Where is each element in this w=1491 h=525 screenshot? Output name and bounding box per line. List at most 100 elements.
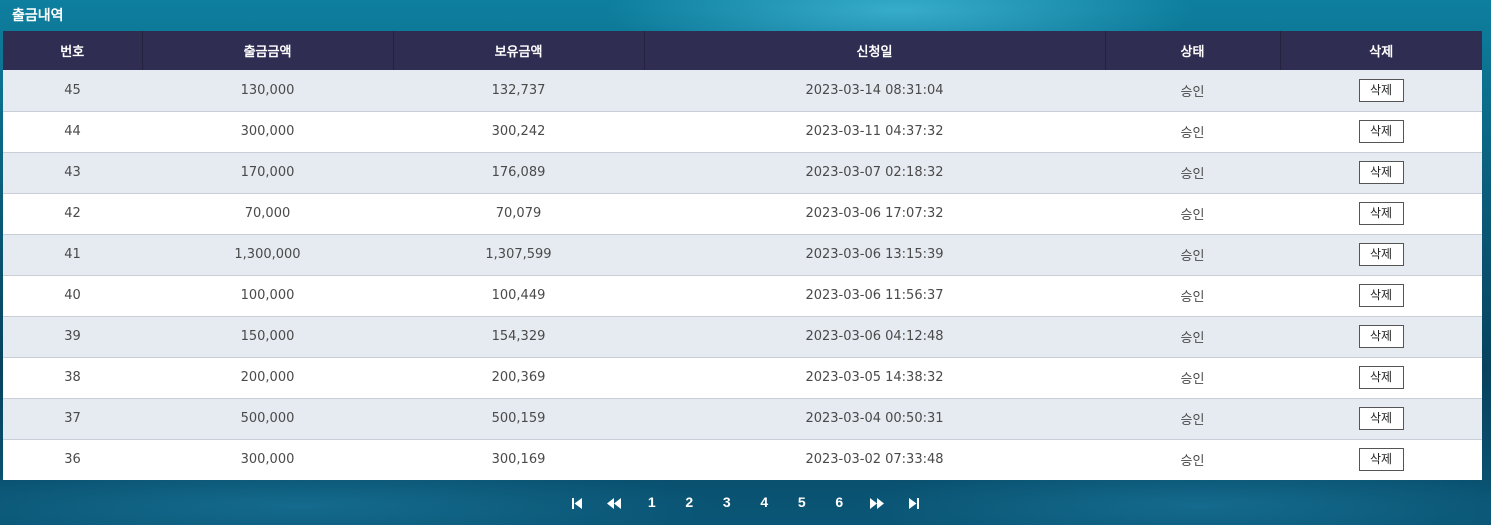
cell-balance: 300,242	[393, 111, 644, 153]
delete-button[interactable]: 삭제	[1358, 161, 1404, 184]
header-number: 번호	[3, 31, 143, 70]
page-link-5[interactable]: 5	[783, 490, 821, 514]
cell-number: 41	[3, 234, 142, 276]
cell-delete: 삭제	[1280, 234, 1482, 276]
cell-balance: 176,089	[393, 152, 644, 194]
cell-request-date: 2023-03-04 00:50:31	[644, 398, 1105, 440]
table-row: 40 100,000 100,449 2023-03-06 11:56:37 승인 삭제	[3, 275, 1482, 317]
cell-delete: 삭제	[1280, 111, 1482, 153]
cell-number: 39	[3, 316, 142, 358]
delete-button[interactable]: 삭제	[1358, 202, 1404, 225]
cell-request-date: 2023-03-02 07:33:48	[644, 439, 1105, 480]
cell-request-date: 2023-03-06 13:15:39	[644, 234, 1105, 276]
cell-status: 승인	[1105, 193, 1280, 235]
header-balance: 보유금액	[393, 31, 645, 70]
table-header-row: 번호 출금금액 보유금액 신청일 상태 삭제	[3, 31, 1482, 70]
cell-status: 승인	[1105, 398, 1280, 440]
cell-status: 승인	[1105, 275, 1280, 317]
header-withdraw-amount: 출금금액	[142, 31, 394, 70]
cell-withdraw-amount: 100,000	[142, 275, 393, 317]
first-page-icon[interactable]	[558, 490, 596, 514]
table-row: 41 1,300,000 1,307,599 2023-03-06 13:15:39 승…	[3, 234, 1482, 276]
cell-delete: 삭제	[1280, 316, 1482, 358]
delete-button[interactable]: 삭제	[1358, 120, 1404, 143]
cell-delete: 삭제	[1280, 357, 1482, 399]
cell-number: 37	[3, 398, 142, 440]
table-row: 36 300,000 300,169 2023-03-02 07:33:48 승인 삭제	[3, 439, 1482, 480]
page-link-2[interactable]: 2	[671, 490, 709, 514]
cell-request-date: 2023-03-06 04:12:48	[644, 316, 1105, 358]
table-row: 37 500,000 500,159 2023-03-04 00:50:31 승인 삭제	[3, 398, 1482, 440]
table-row: 42 70,000 70,079 2023-03-06 17:07:32 승인 삭제	[3, 193, 1482, 235]
cell-balance: 100,449	[393, 275, 644, 317]
cell-withdraw-amount: 150,000	[142, 316, 393, 358]
delete-button[interactable]: 삭제	[1358, 243, 1404, 266]
cell-status: 승인	[1105, 439, 1280, 480]
cell-withdraw-amount: 200,000	[142, 357, 393, 399]
header-delete: 삭제	[1280, 31, 1482, 70]
header-request-date: 신청일	[644, 31, 1106, 70]
cell-request-date: 2023-03-07 02:18:32	[644, 152, 1105, 194]
cell-status: 승인	[1105, 152, 1280, 194]
cell-request-date: 2023-03-05 14:38:32	[644, 357, 1105, 399]
cell-balance: 70,079	[393, 193, 644, 235]
cell-status: 승인	[1105, 111, 1280, 153]
delete-button[interactable]: 삭제	[1358, 366, 1404, 389]
delete-button[interactable]: 삭제	[1358, 448, 1404, 472]
cell-number: 36	[3, 439, 142, 480]
cell-balance: 132,737	[393, 70, 644, 112]
cell-number: 38	[3, 357, 142, 399]
table-row: 38 200,000 200,369 2023-03-05 14:38:32 승인 삭제	[3, 357, 1482, 399]
prev-page-icon[interactable]	[596, 490, 634, 514]
cell-status: 승인	[1105, 316, 1280, 358]
delete-button[interactable]: 삭제	[1358, 284, 1404, 307]
last-page-icon[interactable]	[896, 490, 934, 514]
cell-status: 승인	[1105, 357, 1280, 399]
cell-delete: 삭제	[1280, 275, 1482, 317]
page-link-4[interactable]: 4	[746, 490, 784, 514]
cell-number: 44	[3, 111, 142, 153]
cell-request-date: 2023-03-11 04:37:32	[644, 111, 1105, 153]
pagination: 1 2 3 4 5 6	[0, 490, 1491, 514]
delete-button[interactable]: 삭제	[1358, 407, 1404, 430]
cell-balance: 1,307,599	[393, 234, 644, 276]
cell-balance: 200,369	[393, 357, 644, 399]
next-page-icon[interactable]	[858, 490, 896, 514]
cell-withdraw-amount: 130,000	[142, 70, 393, 112]
page-link-1[interactable]: 1	[633, 490, 671, 514]
cell-withdraw-amount: 1,300,000	[142, 234, 393, 276]
page-title: 출금내역	[12, 8, 64, 24]
table-row: 45 130,000 132,737 2023-03-14 08:31:04 승인 삭제	[3, 70, 1482, 112]
cell-status: 승인	[1105, 70, 1280, 112]
cell-withdraw-amount: 500,000	[142, 398, 393, 440]
cell-withdraw-amount: 70,000	[142, 193, 393, 235]
cell-status: 승인	[1105, 234, 1280, 276]
cell-number: 43	[3, 152, 142, 194]
delete-button[interactable]: 삭제	[1358, 325, 1404, 348]
cell-request-date: 2023-03-06 11:56:37	[644, 275, 1105, 317]
page-link-6[interactable]: 6	[821, 490, 859, 514]
cell-delete: 삭제	[1280, 70, 1482, 112]
cell-delete: 삭제	[1280, 439, 1482, 480]
cell-balance: 500,159	[393, 398, 644, 440]
cell-balance: 154,329	[393, 316, 644, 358]
cell-request-date: 2023-03-14 08:31:04	[644, 70, 1105, 112]
cell-request-date: 2023-03-06 17:07:32	[644, 193, 1105, 235]
table-row: 39 150,000 154,329 2023-03-06 04:12:48 승인 삭제	[3, 316, 1482, 358]
table-row: 44 300,000 300,242 2023-03-11 04:37:32 승인 삭제	[3, 111, 1482, 153]
cell-delete: 삭제	[1280, 398, 1482, 440]
cell-number: 45	[3, 70, 142, 112]
cell-withdraw-amount: 300,000	[142, 111, 393, 153]
cell-delete: 삭제	[1280, 152, 1482, 194]
table-row: 43 170,000 176,089 2023-03-07 02:18:32 승인 삭제	[3, 152, 1482, 194]
page-link-3[interactable]: 3	[708, 490, 746, 514]
withdrawal-table: 번호 출금금액 보유금액 신청일 상태 삭제 45 130,000 132,737 2…	[3, 31, 1482, 480]
cell-delete: 삭제	[1280, 193, 1482, 235]
cell-withdraw-amount: 300,000	[142, 439, 393, 480]
cell-balance: 300,169	[393, 439, 644, 480]
cell-number: 42	[3, 193, 142, 235]
header-status: 상태	[1105, 31, 1281, 70]
cell-number: 40	[3, 275, 142, 317]
delete-button[interactable]: 삭제	[1358, 78, 1404, 102]
cell-withdraw-amount: 170,000	[142, 152, 393, 194]
